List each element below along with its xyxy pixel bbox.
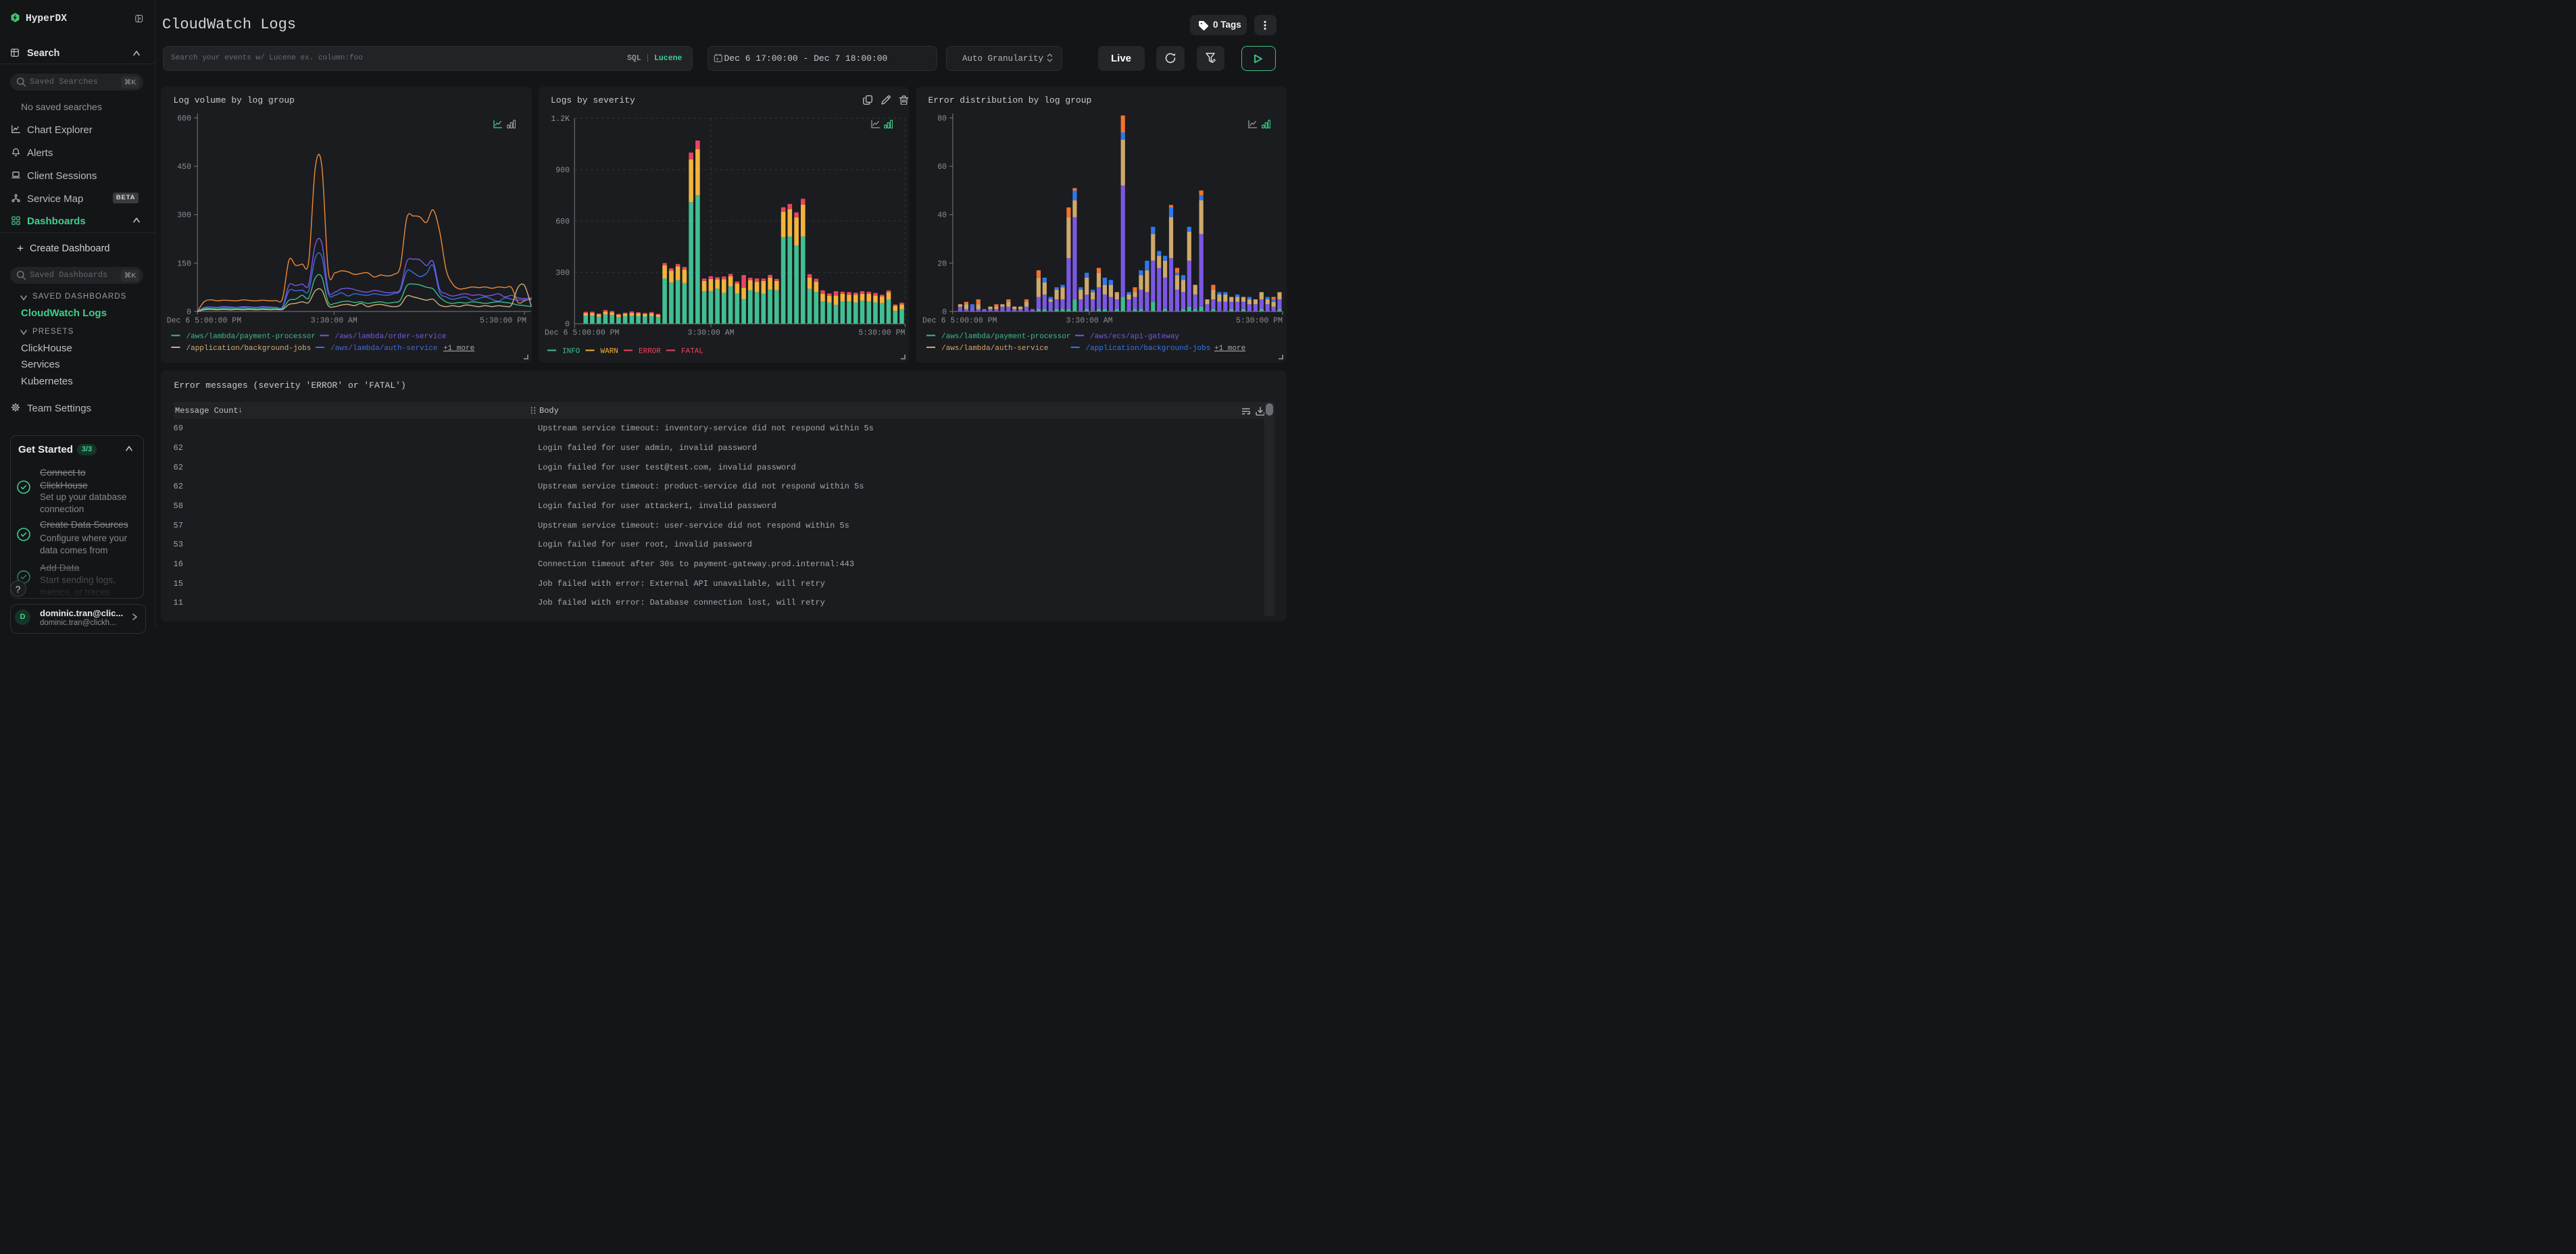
svg-text:0: 0 — [942, 308, 947, 317]
svg-text:3:30:00 AM: 3:30:00 AM — [687, 329, 734, 338]
svg-text:WARN: WARN — [601, 348, 618, 356]
svg-text:80: 80 — [937, 115, 947, 124]
svg-text:20: 20 — [937, 259, 947, 268]
svg-text:600: 600 — [177, 115, 191, 124]
svg-text:450: 450 — [177, 163, 191, 172]
svg-text:ERROR: ERROR — [639, 348, 661, 356]
svg-text:Dec 6 5:00:00 PM: Dec 6 5:00:00 PM — [545, 329, 620, 338]
svg-text:60: 60 — [937, 163, 947, 172]
svg-text:+1 more: +1 more — [1214, 345, 1245, 353]
svg-text:900: 900 — [555, 166, 570, 175]
svg-text:3:30:00 AM: 3:30:00 AM — [1066, 317, 1112, 326]
svg-text:/aws/lambda/auth-service: /aws/lambda/auth-service — [941, 345, 1048, 353]
svg-text:5:30:00 PM: 5:30:00 PM — [1236, 317, 1283, 326]
svg-text:INFO: INFO — [562, 348, 580, 356]
svg-text:0: 0 — [187, 308, 191, 317]
svg-text:/aws/lambda/payment-processor: /aws/lambda/payment-processor — [187, 333, 316, 341]
svg-text:/aws/lambda/auth-service: /aws/lambda/auth-service — [330, 345, 437, 353]
svg-text:40: 40 — [937, 211, 947, 220]
svg-text:Dec 6 5:00:00 PM: Dec 6 5:00:00 PM — [167, 317, 242, 326]
svg-text:0: 0 — [565, 320, 570, 329]
svg-text:1.2K: 1.2K — [551, 115, 570, 124]
svg-text:3:30:00 AM: 3:30:00 AM — [311, 317, 357, 326]
svg-text:/application/background-jobs: /application/background-jobs — [1086, 345, 1211, 353]
svg-text:/aws/ecs/api-gateway: /aws/ecs/api-gateway — [1090, 333, 1179, 341]
svg-text:Dec 6 5:00:00 PM: Dec 6 5:00:00 PM — [922, 317, 997, 326]
svg-text:150: 150 — [177, 259, 191, 268]
svg-text:5:30:00 PM: 5:30:00 PM — [858, 329, 905, 338]
svg-text:FATAL: FATAL — [681, 348, 703, 356]
svg-text:300: 300 — [555, 269, 570, 278]
svg-text:/aws/lambda/order-service: /aws/lambda/order-service — [335, 333, 447, 341]
svg-text:/aws/lambda/payment-processor: /aws/lambda/payment-processor — [941, 333, 1070, 341]
svg-text:/application/background-jobs: /application/background-jobs — [187, 345, 312, 353]
svg-text:5:30:00 PM: 5:30:00 PM — [480, 317, 526, 326]
svg-text:300: 300 — [177, 211, 191, 220]
svg-text:+1 more: +1 more — [443, 345, 474, 353]
svg-text:600: 600 — [555, 218, 570, 226]
